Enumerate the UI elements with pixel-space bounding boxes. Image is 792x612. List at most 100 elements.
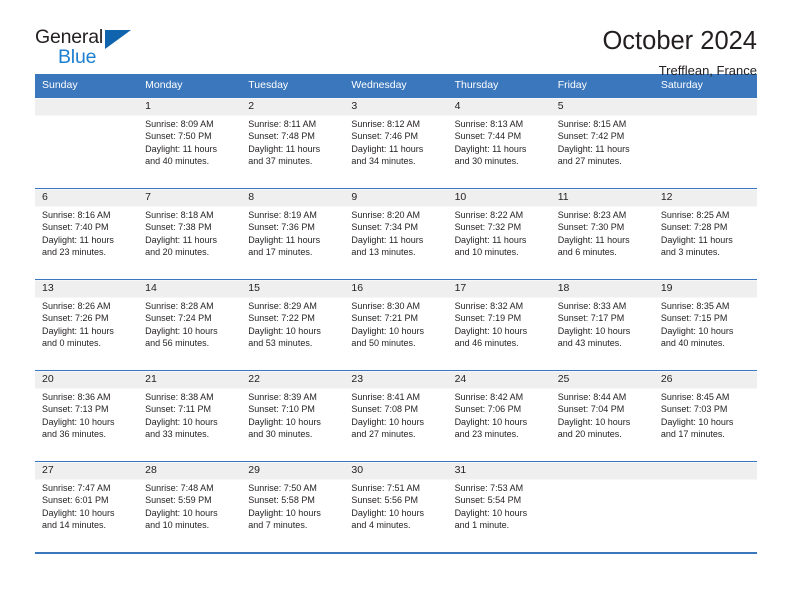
title-block: October 2024 Trefflean, France [602, 26, 757, 80]
calendar-day-cell[interactable]: 7 Sunrise: 8:18 AM Sunset: 7:38 PM Daylight… [138, 188, 242, 280]
daylight-duration-line1: Daylight: 10 hours [42, 507, 115, 518]
daylight-duration-line1: Daylight: 10 hours [42, 416, 115, 427]
day-details: Sunrise: 8:23 AM Sunset: 7:30 PM Daylight:… [551, 206, 654, 259]
calendar-day-cell[interactable]: 31 Sunrise: 7:53 AM Sunset: 5:54 PM Dayligh… [447, 461, 551, 552]
day-number: 26 [660, 373, 673, 385]
day-number [654, 462, 757, 479]
calendar-day-cell[interactable]: 4 Sunrise: 8:13 AM Sunset: 7:44 PM Daylight… [447, 97, 551, 189]
day-details: Sunrise: 8:45 AM Sunset: 7:03 PM Daylight:… [654, 388, 757, 441]
calendar-day-cell[interactable]: 17 Sunrise: 8:32 AM Sunset: 7:19 PM Dayligh… [447, 279, 551, 371]
day-number: 6 [42, 191, 48, 203]
sunset-time: Sunset: 7:44 PM [454, 131, 522, 142]
calendar-day-cell[interactable]: 5 Sunrise: 8:15 AM Sunset: 7:42 PM Daylight… [550, 97, 654, 189]
day-number: 8 [248, 191, 255, 203]
calendar-day-cell[interactable]: 11 Sunrise: 8:23 AM Sunset: 7:30 PM Dayligh… [550, 188, 654, 280]
weekday-header-sunday: Sunday [35, 74, 139, 98]
daylight-duration-line2: and 30 minutes. [454, 156, 519, 167]
day-number: 15 [248, 282, 260, 294]
day-details: Sunrise: 8:19 AM Sunset: 7:36 PM Daylight:… [241, 206, 344, 259]
sunset-time: Sunset: 7:10 PM [248, 404, 315, 415]
calendar-day-cell[interactable]: 27 Sunrise: 7:47 AM Sunset: 6:01 PM Dayligh… [35, 461, 139, 552]
calendar-day-cell[interactable]: 2 Sunrise: 8:11 AM Sunset: 7:48 PM Daylight… [241, 97, 345, 189]
sunrise-time: Sunrise: 8:38 AM [145, 392, 214, 402]
sunset-time: Sunset: 7:04 PM [557, 404, 625, 415]
calendar-day-cell[interactable]: 28 Sunrise: 7:48 AM Sunset: 5:59 PM Dayligh… [138, 461, 242, 552]
day-details: Sunrise: 7:47 AM Sunset: 6:01 PM Daylight:… [35, 479, 138, 532]
calendar-day-cell[interactable]: 1 Sunrise: 8:09 AM Sunset: 7:50 PM Daylight… [138, 97, 242, 189]
day-details: Sunrise: 8:39 AM Sunset: 7:10 PM Daylight:… [241, 388, 344, 441]
day-number: 4 [454, 100, 461, 112]
day-number: 23 [351, 373, 364, 385]
sunrise-time: Sunrise: 8:11 AM [248, 119, 317, 129]
day-details: Sunrise: 8:20 AM Sunset: 7:34 PM Daylight:… [344, 206, 447, 259]
sunrise-time: Sunrise: 8:25 AM [660, 210, 730, 220]
calendar-table: Sunday Monday Tuesday Wednesday Thursday Frid… [35, 74, 757, 552]
daylight-duration-line2: and 53 minutes. [248, 338, 313, 349]
calendar-day-cell[interactable]: 12 Sunrise: 8:25 AM Sunset: 7:28 PM Dayligh… [653, 188, 757, 280]
daylight-duration-line2: and 56 minutes. [145, 338, 210, 349]
day-details: Sunrise: 8:15 AM Sunset: 7:42 PM Daylight:… [551, 115, 654, 168]
sunset-time: Sunset: 7:13 PM [42, 404, 109, 415]
sunrise-time: Sunrise: 8:28 AM [145, 301, 214, 311]
day-number: 11 [557, 191, 569, 203]
calendar-day-cell[interactable]: 16 Sunrise: 8:30 AM Sunset: 7:21 PM Dayligh… [344, 279, 448, 371]
calendar-day-cell[interactable]: 30 Sunrise: 7:51 AM Sunset: 5:56 PM Dayligh… [344, 461, 448, 552]
sunrise-time: Sunrise: 8:35 AM [660, 301, 730, 311]
day-number: 1 [145, 100, 151, 112]
calendar-day-cell[interactable]: 19 Sunrise: 8:35 AM Sunset: 7:15 PM Dayligh… [653, 279, 757, 371]
calendar-day-cell[interactable]: 24 Sunrise: 8:42 AM Sunset: 7:06 PM Dayligh… [447, 370, 551, 462]
day-number: 29 [248, 464, 260, 476]
day-details: Sunrise: 7:53 AM Sunset: 5:54 PM Daylight:… [448, 479, 551, 532]
weekday-header-monday: Monday [138, 74, 242, 98]
sunrise-time: Sunrise: 7:51 AM [351, 483, 420, 493]
calendar-day-cell[interactable]: 6 Sunrise: 8:16 AM Sunset: 7:40 PM Daylight… [35, 188, 139, 280]
daylight-duration-line2: and 33 minutes. [145, 429, 210, 440]
calendar-day-cell[interactable]: 29 Sunrise: 7:50 AM Sunset: 5:58 PM Dayligh… [241, 461, 345, 552]
sunset-time: Sunset: 7:34 PM [351, 222, 418, 233]
sunset-time: Sunset: 7:42 PM [557, 131, 625, 142]
calendar-day-cell[interactable]: 13 Sunrise: 8:26 AM Sunset: 7:26 PM Dayligh… [35, 279, 139, 371]
daylight-duration-line2: and 40 minutes. [145, 156, 210, 167]
calendar-day-cell[interactable]: 22 Sunrise: 8:39 AM Sunset: 7:10 PM Dayligh… [241, 370, 345, 462]
calendar-day-cell[interactable]: 23 Sunrise: 8:41 AM Sunset: 7:08 PM Dayligh… [344, 370, 448, 462]
day-details: Sunrise: 8:16 AM Sunset: 7:40 PM Daylight:… [35, 206, 138, 259]
day-details: Sunrise: 8:33 AM Sunset: 7:17 PM Daylight:… [551, 297, 654, 350]
calendar-week-row: 27 Sunrise: 7:47 AM Sunset: 6:01 PM Dayligh… [35, 461, 757, 552]
sunset-time: Sunset: 5:58 PM [248, 495, 315, 506]
daylight-duration-line1: Daylight: 10 hours [351, 416, 424, 427]
calendar-day-cell[interactable]: 20 Sunrise: 8:36 AM Sunset: 7:13 PM Dayligh… [35, 370, 139, 462]
day-number: 27 [42, 464, 54, 476]
daylight-duration-line2: and 27 minutes. [557, 156, 622, 167]
calendar-day-cell[interactable]: 15 Sunrise: 8:29 AM Sunset: 7:22 PM Dayligh… [241, 279, 345, 371]
calendar-day-cell[interactable]: 25 Sunrise: 8:44 AM Sunset: 7:04 PM Dayligh… [550, 370, 654, 462]
calendar-week-row: 6 Sunrise: 8:16 AM Sunset: 7:40 PM Daylight… [35, 188, 757, 280]
sunrise-time: Sunrise: 8:33 AM [557, 301, 627, 311]
day-number: 24 [454, 373, 467, 385]
daylight-duration-line1: Daylight: 11 hours [42, 234, 114, 245]
calendar-day-cell[interactable]: 26 Sunrise: 8:45 AM Sunset: 7:03 PM Dayligh… [653, 370, 757, 462]
calendar-day-cell[interactable]: 3 Sunrise: 8:12 AM Sunset: 7:46 PM Daylight… [344, 97, 448, 189]
calendar-day-cell[interactable]: 10 Sunrise: 8:22 AM Sunset: 7:32 PM Dayligh… [447, 188, 551, 280]
weekday-header-wednesday: Wednesday [344, 74, 448, 98]
calendar-day-cell[interactable]: 18 Sunrise: 8:33 AM Sunset: 7:17 PM Dayligh… [550, 279, 654, 371]
brand-name-top: General [35, 26, 103, 48]
daylight-duration-line1: Daylight: 11 hours [351, 234, 424, 245]
daylight-duration-line1: Daylight: 11 hours [248, 143, 321, 154]
calendar-day-cell[interactable]: 21 Sunrise: 8:38 AM Sunset: 7:11 PM Dayligh… [138, 370, 242, 462]
sunset-time: Sunset: 7:22 PM [248, 313, 315, 324]
calendar-week-row: 1 Sunrise: 8:09 AM Sunset: 7:50 PM Daylight… [35, 97, 757, 189]
day-details: Sunrise: 8:13 AM Sunset: 7:44 PM Daylight:… [448, 115, 551, 168]
daylight-duration-line1: Daylight: 11 hours [557, 234, 630, 245]
daylight-duration-line1: Daylight: 10 hours [454, 416, 528, 427]
daylight-duration-line2: and 40 minutes. [660, 338, 725, 349]
sunset-time: Sunset: 7:26 PM [42, 313, 109, 324]
calendar-day-cell[interactable]: 9 Sunrise: 8:20 AM Sunset: 7:34 PM Daylight… [344, 188, 448, 280]
brand-logo[interactable]: General Blue [35, 26, 145, 74]
sunset-time: Sunset: 7:50 PM [145, 131, 212, 142]
daylight-duration-line1: Daylight: 11 hours [145, 143, 218, 154]
daylight-duration-line2: and 34 minutes. [351, 156, 416, 167]
calendar-day-cell[interactable]: 14 Sunrise: 8:28 AM Sunset: 7:24 PM Dayligh… [138, 279, 242, 371]
daylight-duration-line1: Daylight: 10 hours [454, 325, 528, 336]
calendar-day-cell[interactable]: 8 Sunrise: 8:19 AM Sunset: 7:36 PM Daylight… [241, 188, 345, 280]
day-number: 28 [145, 464, 157, 476]
